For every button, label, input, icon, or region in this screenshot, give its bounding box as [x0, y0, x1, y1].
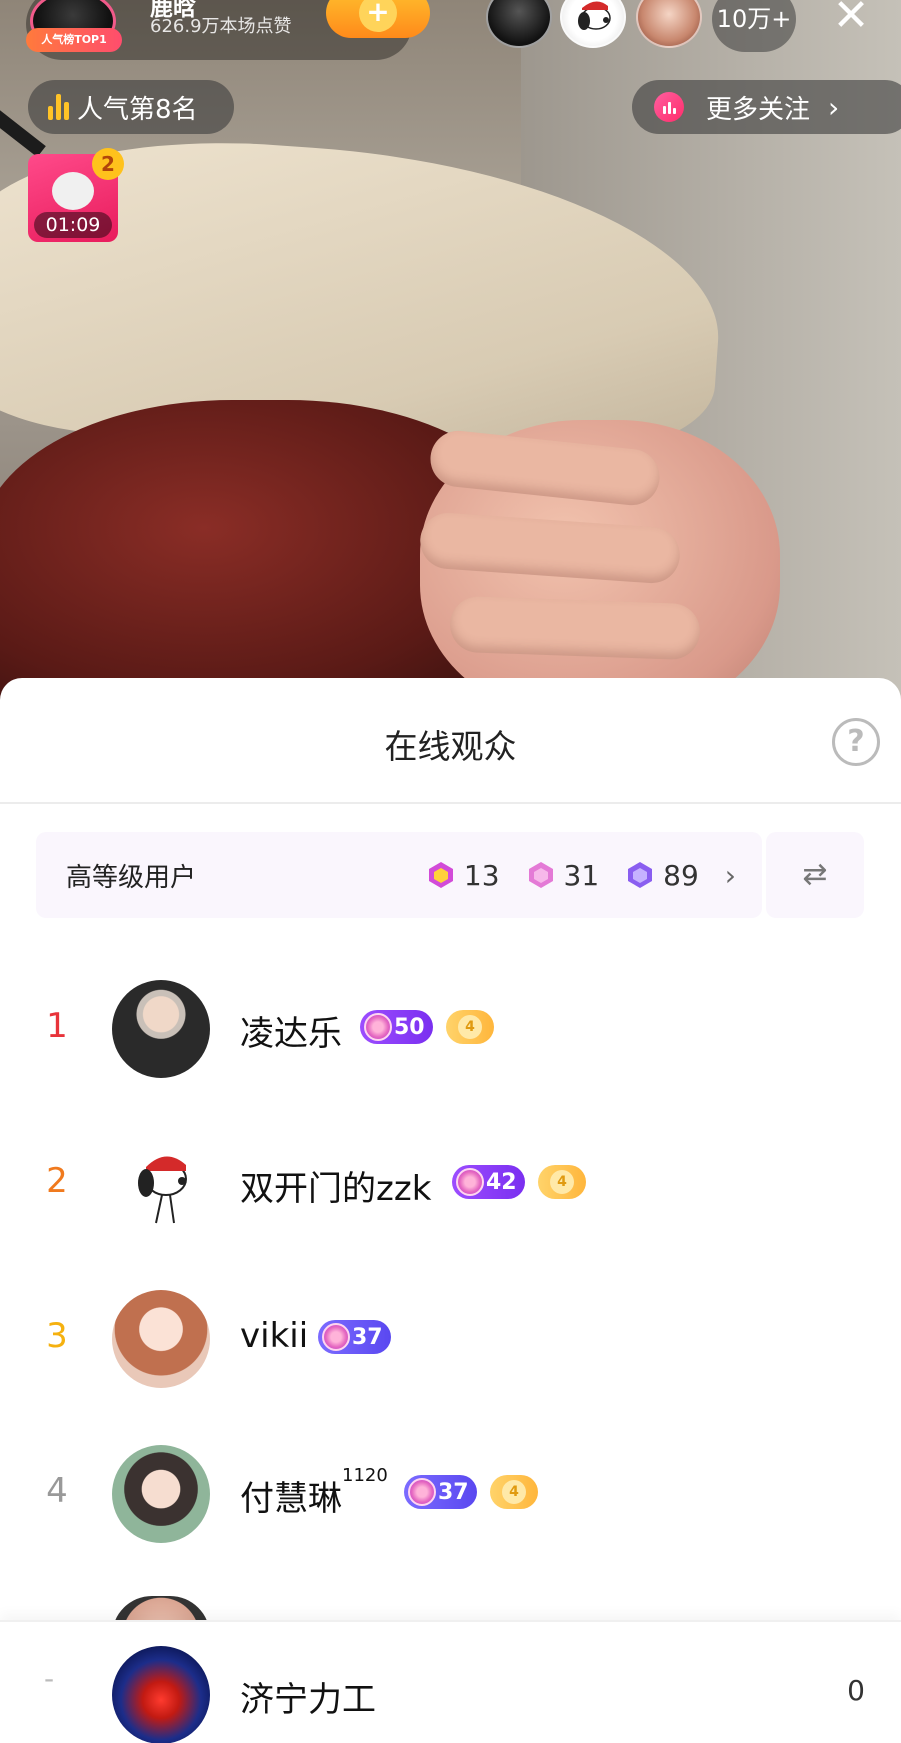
level-gem-icon: [456, 1168, 484, 1196]
level-bar-label: 高等级用户: [66, 862, 197, 893]
viewer-name[interactable]: 付慧琳1120: [240, 1465, 388, 1520]
chart-bars-icon: [48, 94, 69, 120]
close-icon[interactable]: ✕: [826, 0, 876, 44]
video-finger: [449, 595, 701, 661]
level-number: 42: [486, 1169, 517, 1195]
viewer-name[interactable]: 凌达乐: [240, 1006, 342, 1055]
gift-count-badge: 2: [92, 148, 124, 180]
self-rank: -: [44, 1662, 55, 1695]
fan-badge: 4: [446, 1010, 494, 1044]
host-info[interactable]: 人气榜TOP1 鹿晗 626.9万本场点赞 +: [26, 0, 430, 60]
viewer-name[interactable]: 双开门的zzk: [240, 1161, 431, 1210]
host-rank-badge: 人气榜TOP1: [26, 28, 122, 52]
top-viewer-avatar[interactable]: [560, 0, 626, 48]
level-stat-count: 31: [563, 858, 600, 892]
more-follow-pill[interactable]: 更多关注 ›: [632, 80, 901, 134]
level-badge: 37: [318, 1320, 391, 1354]
fan-badge: 4: [538, 1165, 586, 1199]
gift-icon: [52, 172, 94, 210]
high-level-users-bar[interactable]: 高等级用户 13 31 89 ›: [36, 832, 762, 918]
plus-icon: +: [359, 0, 397, 32]
avatar[interactable]: [112, 980, 210, 1078]
level-stat-mid: 31: [526, 858, 600, 892]
viewer-rank: 3: [46, 1316, 68, 1356]
fan-badge-icon: 4: [550, 1170, 574, 1194]
fan-badge-icon: 4: [458, 1015, 482, 1039]
self-name: 济宁力工: [240, 1680, 376, 1720]
level-badge: 37: [404, 1475, 477, 1509]
viewer-name[interactable]: vikii: [240, 1316, 308, 1356]
viewer-rank: 4: [46, 1471, 68, 1511]
viewer-name-text: 付慧琳: [240, 1479, 342, 1519]
live-indicator-icon: [654, 92, 684, 122]
swap-icon[interactable]: ⇄: [766, 832, 864, 918]
level-gem-icon: [364, 1013, 392, 1041]
level-gem-icon: [628, 862, 653, 888]
avatar[interactable]: [112, 1445, 210, 1543]
divider: [0, 802, 901, 804]
self-score: 0: [847, 1674, 865, 1707]
host-likes: 626.9万本场点赞: [150, 16, 292, 37]
level-number: 37: [438, 1479, 469, 1505]
level-badge: 50: [360, 1010, 433, 1044]
viewer-rank: 2: [46, 1161, 68, 1201]
avatar[interactable]: [112, 1646, 210, 1743]
more-follow-text: 更多关注: [706, 94, 811, 125]
follow-button[interactable]: +: [326, 0, 430, 38]
avatar[interactable]: [112, 1290, 210, 1388]
level-stat-top: 13: [426, 859, 500, 892]
level-badge: 42: [452, 1165, 525, 1199]
self-viewer-row[interactable]: - 济宁力工 0: [0, 1620, 901, 1743]
chevron-right-icon: ›: [724, 858, 736, 892]
level-gem-icon: [528, 862, 553, 888]
gift-box[interactable]: 2 01:09: [28, 148, 124, 242]
level-gem-icon: [322, 1323, 350, 1351]
chevron-right-icon: ›: [828, 90, 840, 124]
level-gem-icon: [408, 1478, 436, 1506]
list-item[interactable]: 1 凌达乐 50 4: [0, 978, 901, 1078]
crown-gem-icon: [428, 862, 453, 888]
list-item[interactable]: 3 vikii 37: [0, 1288, 901, 1388]
snoopy-icon: [578, 1, 611, 30]
gift-timer: 01:09: [34, 212, 112, 238]
viewer-rank: 1: [46, 1006, 68, 1046]
fan-badge: 4: [490, 1475, 538, 1509]
sheet-title: 在线观众: [384, 727, 517, 766]
popularity-rank-pill[interactable]: 人气第8名: [28, 80, 234, 134]
level-stat-count: 89: [663, 858, 699, 892]
list-item[interactable]: 4 付慧琳1120 37 4: [0, 1443, 901, 1543]
level-number: 37: [352, 1324, 383, 1350]
viewer-count[interactable]: 10万+: [712, 0, 796, 52]
avatar[interactable]: [112, 1135, 210, 1233]
online-audience-sheet: 在线观众 ? 高等级用户 13 31 89 › ⇄ 1 凌达乐 50 4 2 双…: [0, 678, 901, 1743]
fan-badge-icon: 4: [502, 1480, 526, 1504]
level-stat-low: 89: [625, 859, 699, 892]
snoopy-icon: [138, 1156, 187, 1224]
level-stat-count: 13: [463, 858, 500, 892]
help-icon[interactable]: ?: [832, 718, 880, 766]
popularity-rank-text: 人气第8名: [77, 94, 198, 125]
viewer-name-superscript: 1120: [342, 1465, 388, 1486]
list-item[interactable]: 2 双开门的zzk 42 4: [0, 1133, 901, 1233]
level-number: 50: [394, 1014, 425, 1040]
